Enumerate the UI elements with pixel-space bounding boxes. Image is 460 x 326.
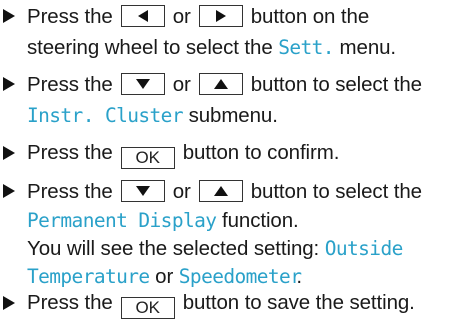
down-arrow-button — [120, 73, 165, 95]
setting-speedometer: Speedometer — [178, 265, 302, 288]
up-arrow-icon — [213, 186, 228, 196]
bullet-icon — [2, 288, 24, 318]
bullet-icon — [2, 176, 24, 206]
step-text: Press the — [27, 5, 113, 28]
step-4-line-2: Permanent Display function. — [27, 206, 299, 236]
up-arrow-icon — [213, 79, 228, 89]
step-text: button on the — [250, 5, 370, 28]
setting-temperature: Temperature — [27, 265, 150, 288]
right-arrow-icon — [215, 10, 226, 22]
step-text: or — [172, 5, 191, 28]
ok-button: OK — [120, 297, 175, 319]
step-text: button to select the — [250, 73, 422, 96]
function-name-permanent-display: Permanent Display — [27, 209, 217, 232]
step-text: submenu. — [188, 104, 278, 127]
down-arrow-icon — [135, 79, 150, 89]
step-text: button to confirm. — [182, 141, 340, 164]
ok-button: OK — [120, 147, 175, 169]
step-1-line-2: steering wheel to select the Sett. menu. — [27, 33, 396, 63]
right-arrow-button — [198, 5, 243, 27]
bullet-icon — [2, 138, 24, 168]
down-arrow-icon — [135, 186, 150, 196]
up-arrow-button — [198, 73, 243, 95]
instruction-page: Press the or button on the steering wheel … — [0, 0, 460, 326]
left-arrow-icon — [137, 10, 148, 22]
bullet-icon — [2, 69, 24, 99]
step-text: steering wheel to select the — [27, 36, 273, 59]
step-4-line-3: You will see the selected setting: Outsi… — [27, 234, 403, 264]
menu-name-sett: Sett. — [278, 36, 334, 59]
step-text: button to select the — [250, 180, 422, 203]
step-text: or — [155, 265, 174, 288]
step-text: Press the — [27, 180, 113, 203]
setting-outside: Outside — [324, 237, 404, 260]
step-text: You will see the selected setting: — [27, 237, 320, 260]
step-text: button to save the setting. — [182, 291, 415, 314]
bullet-icon — [2, 1, 24, 31]
step-text: menu. — [339, 36, 397, 59]
submenu-name-instr-cluster: Instr. Cluster — [27, 104, 184, 127]
step-text: or — [172, 73, 191, 96]
down-arrow-button — [120, 180, 165, 202]
step-2-line-2: Instr. Cluster submenu. — [27, 101, 278, 131]
step-text: Press the — [27, 73, 113, 96]
step-text: Press the — [27, 141, 113, 164]
step-text: function. — [222, 209, 299, 232]
left-arrow-button — [120, 5, 165, 27]
step-text: Press the — [27, 291, 113, 314]
step-text: . — [296, 265, 302, 288]
step-text: or — [172, 180, 191, 203]
up-arrow-button — [198, 180, 243, 202]
